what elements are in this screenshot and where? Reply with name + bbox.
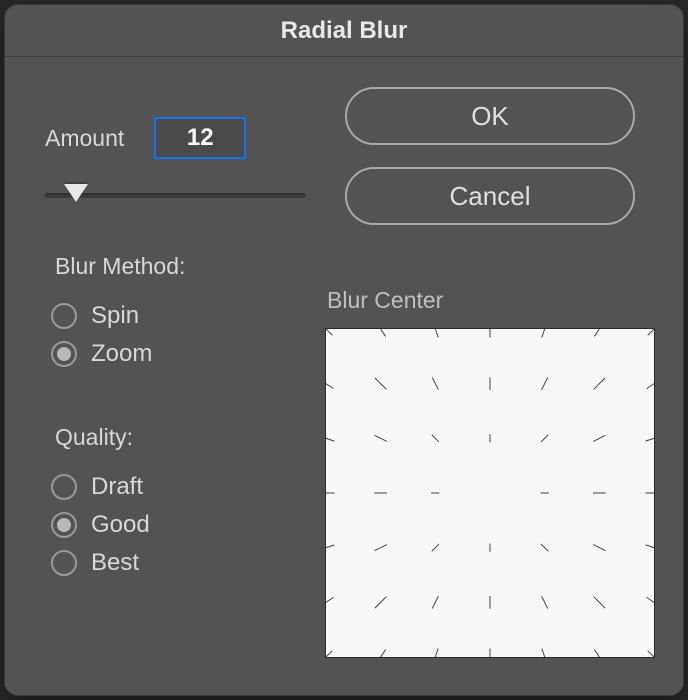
right-column: OK Cancel Blur Center bbox=[325, 87, 655, 665]
left-column: Amount Blur Method: Spin Zoom Quality: Dr… bbox=[45, 87, 305, 665]
blur-center-grid bbox=[326, 329, 654, 657]
blur-method-option-zoom[interactable]: Zoom bbox=[51, 340, 305, 368]
quality-option-draft[interactable]: Draft bbox=[51, 473, 305, 501]
dialog-title: Radial Blur bbox=[5, 5, 683, 57]
amount-row: Amount bbox=[45, 117, 305, 159]
radio-icon bbox=[51, 512, 77, 538]
quality-title: Quality: bbox=[55, 424, 305, 451]
dialog-content: Amount Blur Method: Spin Zoom Quality: Dr… bbox=[5, 57, 683, 695]
radio-icon bbox=[51, 341, 77, 367]
radio-icon bbox=[51, 474, 77, 500]
blur-center-preview[interactable] bbox=[325, 328, 655, 658]
quality-option-good[interactable]: Good bbox=[51, 511, 305, 539]
blur-method-option-spin[interactable]: Spin bbox=[51, 302, 305, 330]
amount-label: Amount bbox=[45, 125, 124, 152]
blur-method-title: Blur Method: bbox=[55, 253, 305, 280]
blur-method-label: Zoom bbox=[91, 340, 152, 368]
radio-icon bbox=[51, 303, 77, 329]
radial-blur-dialog: Radial Blur Amount Blur Method: Spin Zoom… bbox=[4, 4, 684, 696]
ok-button[interactable]: OK bbox=[345, 87, 635, 145]
blur-center-label: Blur Center bbox=[327, 287, 443, 314]
amount-input[interactable] bbox=[154, 117, 246, 159]
quality-label: Best bbox=[91, 549, 139, 577]
radio-icon bbox=[51, 550, 77, 576]
slider-thumb[interactable] bbox=[64, 184, 88, 202]
quality-label: Draft bbox=[91, 473, 143, 501]
quality-label: Good bbox=[91, 511, 150, 539]
amount-slider[interactable] bbox=[45, 183, 305, 207]
quality-option-best[interactable]: Best bbox=[51, 549, 305, 577]
blur-method-label: Spin bbox=[91, 302, 139, 330]
cancel-button[interactable]: Cancel bbox=[345, 167, 635, 225]
